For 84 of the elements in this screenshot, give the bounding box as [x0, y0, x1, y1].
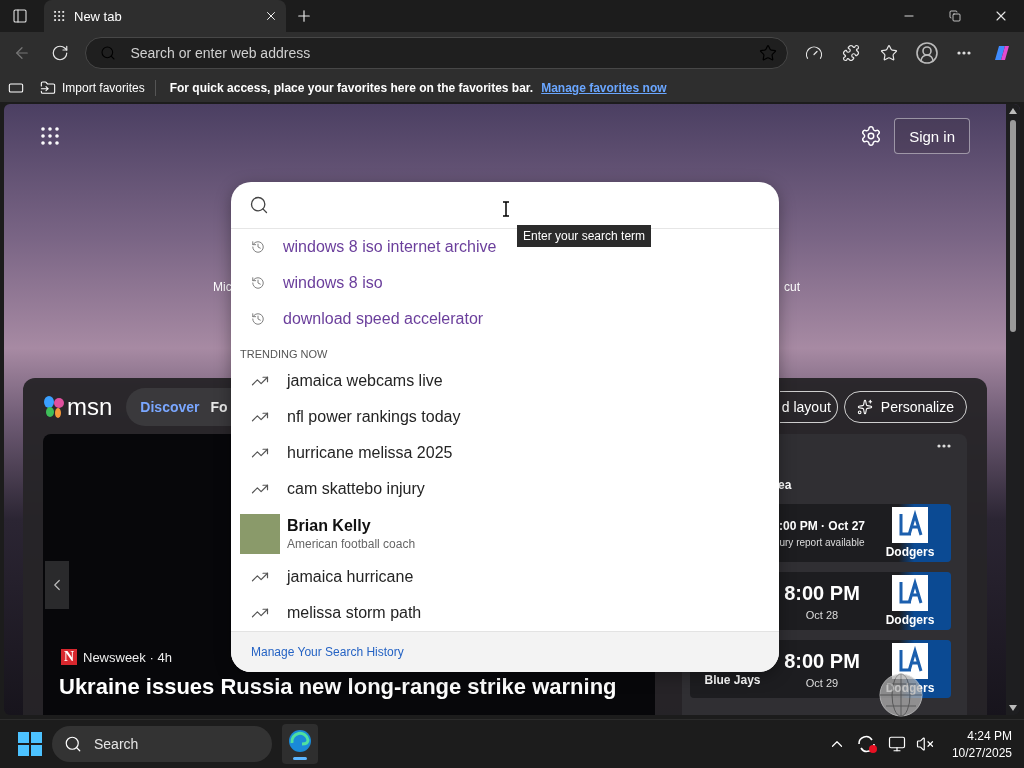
browser-logo-icon: [288, 728, 312, 753]
game-detail: ury report available: [779, 536, 865, 548]
trending-suggestion[interactable]: nfl power rankings today: [231, 399, 467, 435]
network-icon[interactable]: [887, 735, 906, 753]
clock[interactable]: 4:24 PM 10/27/2025: [951, 728, 1012, 760]
gauge-icon: [804, 44, 823, 62]
browser-tab[interactable]: New tab: [44, 0, 286, 32]
puzzle-icon: [842, 44, 861, 62]
restore-icon: [949, 10, 961, 22]
more-icon[interactable]: [937, 444, 951, 448]
team-logo-icon: [892, 643, 928, 679]
photo-placeholder: [240, 514, 280, 554]
butterfly-logo-icon: [43, 395, 65, 419]
sync-icon[interactable]: [855, 734, 878, 754]
import-favorites-button[interactable]: Import favorites: [32, 80, 156, 96]
nav-tab[interactable]: Fo: [210, 399, 228, 415]
plus-icon: [295, 7, 313, 25]
sparkle-icon: [856, 399, 873, 415]
manage-history-link[interactable]: Manage Your Search History: [251, 645, 404, 659]
game-time: 8:00 PM: [784, 649, 860, 673]
scroll-up-icon[interactable]: [1009, 108, 1017, 114]
settings-icon[interactable]: [860, 125, 883, 147]
nav-tab[interactable]: Discover: [140, 399, 200, 415]
tab-icon: [8, 80, 24, 96]
taskbar-search-input[interactable]: Search: [92, 735, 216, 753]
source-label: Newsweek · 4h: [83, 649, 172, 665]
tooltip: Enter your search term: [517, 225, 652, 247]
search-icon: [100, 45, 117, 61]
logo-text: msn: [67, 393, 113, 421]
trending-suggestion[interactable]: jamaica hurricane: [231, 559, 420, 595]
team-name: Blue Jays: [704, 673, 761, 687]
scrollbar[interactable]: [1006, 104, 1020, 715]
address-bar[interactable]: Search or enter web address: [85, 37, 788, 69]
taskbar-search[interactable]: Search: [52, 726, 272, 762]
search-icon: [249, 195, 269, 215]
trending-suggestion[interactable]: cam skattebo injury: [231, 471, 431, 507]
game-time: :00 PM · Oct 27: [779, 518, 865, 533]
team-logo-icon: [892, 575, 928, 611]
browser-taskbar-button[interactable]: [282, 724, 318, 764]
page-icon: [52, 9, 66, 23]
refresh-icon: [50, 44, 69, 62]
history-icon: [251, 312, 265, 326]
sign-in-button[interactable]: Sign in: [894, 118, 970, 154]
history-suggestion[interactable]: download speed accelerator: [231, 301, 490, 337]
trending-suggestion[interactable]: jamaica webcams live: [231, 363, 449, 399]
card-title: ea: [777, 477, 793, 492]
game-date: Oct 28: [805, 608, 839, 621]
history-suggestion[interactable]: windows 8 iso internet archive: [231, 229, 503, 265]
team-name: Dodgers: [885, 545, 935, 559]
search-icon: [64, 735, 82, 753]
game-time: 8:00 PM: [784, 581, 860, 605]
team-logo-icon: [892, 507, 928, 543]
history-suggestion[interactable]: windows 8 iso: [231, 265, 389, 301]
history-icon: [251, 276, 265, 290]
entity-subtitle: American football coach: [287, 537, 416, 551]
news-headline[interactable]: Ukraine issues Russia new long-range strike warning: [59, 673, 639, 701]
tab-title: New tab: [74, 8, 123, 24]
trending-suggestion[interactable]: hurricane melissa 2025: [231, 435, 459, 471]
quick-link-label[interactable]: Mic: [213, 280, 232, 296]
avatar-icon: [914, 41, 939, 65]
game-date: Oct 29: [805, 676, 839, 689]
scrollbar-thumb[interactable]: [1010, 120, 1016, 332]
quick-link-label[interactable]: cut: [784, 280, 800, 296]
manage-favorites-link[interactable]: Manage favorites now: [541, 81, 667, 95]
text-cursor-icon: [502, 201, 510, 217]
team-name: Dodgers: [885, 613, 935, 627]
muted-speaker-icon[interactable]: [915, 735, 934, 753]
apps-grid-icon[interactable]: [38, 124, 62, 148]
history-icon: [251, 240, 265, 254]
panel-icon: [12, 8, 28, 24]
start-button[interactable]: [18, 732, 42, 756]
close-icon[interactable]: [264, 9, 278, 23]
section-heading: TRENDING NOW: [239, 347, 329, 362]
star-icon: [880, 44, 899, 62]
clock-date: 10/27/2025: [951, 745, 1012, 760]
clock-time: 4:24 PM: [967, 728, 1012, 743]
folder-icon: [40, 80, 56, 96]
scroll-down-icon[interactable]: [1009, 705, 1017, 711]
favorites-message: For quick access, place your favorites here on the favorites bar.: [169, 81, 534, 95]
star-icon[interactable]: [758, 44, 777, 62]
source-logo: N: [61, 649, 77, 665]
more-icon[interactable]: [957, 51, 972, 55]
trending-suggestion[interactable]: melissa storm path: [231, 595, 428, 631]
entity-name: Brian Kelly: [287, 517, 372, 535]
